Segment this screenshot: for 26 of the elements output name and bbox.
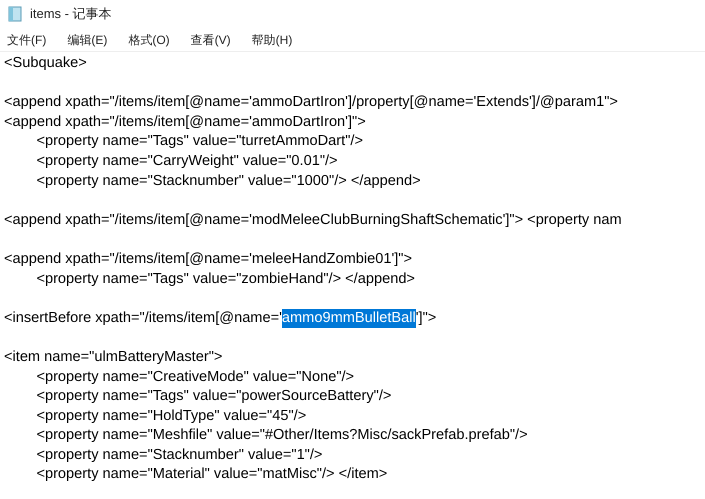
text-line: <append xpath="/items/item[@name='ammoDartIron']"> <box>4 112 366 132</box>
text-line: <property name="Tags" value="zombieHand"/> </append> <box>35 270 415 289</box>
text-line: ']"> <box>416 308 436 328</box>
text-line: <property name="Meshfile" value="#Other/Items?Misc/sackPrefab.prefab"/> <box>35 426 528 446</box>
text-line: <property name="Material" value="matMisc"/> </item> <box>35 465 388 484</box>
notepad-icon <box>8 6 22 22</box>
text-line: <property name="Stacknumber" value="1"/> <box>35 446 322 465</box>
menu-item[interactable]: 文件(F) <box>3 28 52 50</box>
text-line: <property name="CarryWeight" value="0.01"/> <box>35 152 338 171</box>
text-line: <property name="Tags" value="turretAmmoDart"/> <box>35 132 363 152</box>
text-line: <append xpath="/items/item[@name='meleeHandZombie01']"> <box>4 250 412 269</box>
menu-item[interactable]: 格式(O) <box>124 28 176 50</box>
text-line: <item name="ulmBatteryMaster"> <box>4 348 222 367</box>
text-line: <property name="CreativeMode" value="None"/> <box>35 368 354 386</box>
text-line: <Subquake> <box>4 54 87 73</box>
menu-item[interactable]: 编辑(E) <box>63 28 114 50</box>
text-line: <property name="HoldType" value="45"/> <box>35 406 306 426</box>
menu-item[interactable]: 查看(V) <box>186 28 237 50</box>
text-line: <append xpath="/items/item[@name='modMeleeClubBurningShaftSchematic']"> <property nam <box>4 210 622 230</box>
text-line: <insertBefore xpath="/items/item[@name=' <box>4 308 282 328</box>
selected-text: ammo9mmBulletBall <box>282 308 416 328</box>
text-line: <property name="Stacknumber" value="1000"/> </append> <box>35 172 421 191</box>
menu-item[interactable]: 帮助(H) <box>248 28 298 50</box>
text-line: <property name="Tags" value="powerSourceBattery"/> <box>35 387 392 406</box>
text-line: <append xpath="/items/item[@name='ammoDartIron']/property[@name='Extends']/@param1"> <box>4 93 618 112</box>
window-title: items - 记事本 <box>30 5 112 24</box>
